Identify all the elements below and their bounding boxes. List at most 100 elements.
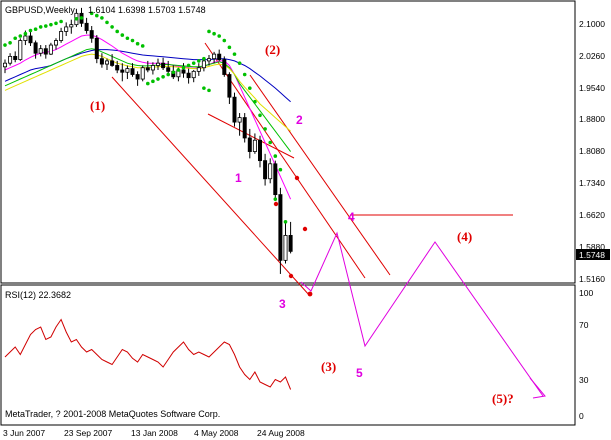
bear-candle-body (181, 69, 186, 74)
sar-dot (59, 19, 63, 24)
sar-dot (273, 197, 278, 201)
bear-candle-body (115, 65, 120, 71)
sar-dot (237, 61, 242, 65)
copyright-text: MetaTrader, ? 2001-2008 MetaQuotes Softw… (5, 409, 220, 419)
bear-candle-body (217, 53, 222, 60)
price-tick: 1.7340 (579, 178, 605, 188)
sar-dot (186, 63, 191, 68)
sar-dot (120, 33, 125, 37)
rsi-label: RSI(12) 22.3682 (5, 290, 71, 300)
bull-candle-body (212, 53, 217, 60)
red-marker (288, 273, 294, 279)
bear-candle-body (247, 137, 252, 152)
bear-candle-body (222, 59, 227, 75)
sar-dot (268, 140, 273, 145)
candle (222, 56, 227, 77)
bull-candle-body (23, 35, 28, 41)
red-marker (273, 201, 279, 207)
current-price-label: 1.5748 (579, 250, 605, 260)
sar-dot (151, 79, 155, 84)
sar-dot (273, 154, 278, 158)
candle (18, 38, 23, 61)
bull-candle-body (38, 48, 43, 54)
sar-dot (54, 21, 58, 26)
sar-dot (28, 28, 33, 33)
sar-dot (202, 86, 206, 90)
sar-dot (3, 43, 7, 47)
sar-dot (33, 27, 38, 31)
red-marker (294, 175, 300, 181)
sar-dot (23, 31, 28, 36)
bull-candle-body (48, 44, 53, 55)
wave-label-magenta-1: 1 (235, 171, 242, 185)
sar-dot (161, 74, 165, 79)
bear-candle-body (120, 69, 125, 73)
price-tick: 1.9540 (579, 83, 605, 93)
sar-dot (18, 34, 23, 38)
wave-label-red-1: (1) (90, 98, 105, 113)
wave-label-red-3: (3) (321, 359, 336, 374)
sar-dot (207, 88, 211, 93)
sar-dot (140, 44, 145, 48)
sar-dot (176, 68, 181, 72)
chart-ohlc: 1.6104 1.6398 1.5703 1.5748 (88, 5, 206, 15)
bull-candle-body (201, 60, 206, 69)
candle (273, 160, 278, 200)
bull-candle-body (59, 31, 64, 41)
rsi-tick: 70 (579, 320, 589, 330)
sar-dot (166, 72, 170, 77)
sar-dot (207, 29, 211, 34)
wave-label-red-4: (4) (457, 229, 472, 244)
time-label: 23 Sep 2007 (64, 428, 112, 438)
sar-dot (191, 61, 196, 65)
bull-candle-body (125, 68, 130, 73)
bull-candle-body (18, 40, 23, 60)
bear-candle-body (232, 96, 237, 123)
sar-dot (278, 167, 283, 172)
rsi-tick: 100 (579, 288, 593, 298)
bear-candle-body (227, 74, 232, 98)
bear-candle-body (257, 139, 262, 162)
sar-dot (248, 86, 252, 90)
red-marker (307, 291, 313, 297)
bull-candle-body (268, 163, 273, 180)
sar-dot (146, 81, 150, 86)
candle (140, 65, 145, 82)
sar-dot (227, 45, 232, 50)
sar-dot (13, 36, 17, 41)
bear-candle-body (145, 67, 150, 71)
chart-background (0, 0, 611, 440)
sar-dot (115, 29, 119, 34)
bear-candle-body (13, 55, 18, 60)
sar-dot (202, 56, 206, 61)
bear-candle-body (263, 160, 268, 180)
sar-dot (130, 38, 135, 43)
wave-label-red-5: (5)? (492, 391, 514, 406)
bull-candle-body (237, 117, 242, 123)
sar-dot (222, 38, 227, 43)
candle (94, 35, 99, 64)
rsi-tick: 30 (579, 375, 589, 385)
bull-candle-body (150, 65, 155, 71)
price-tick: 2.1000 (579, 19, 605, 29)
bull-candle-body (196, 67, 201, 72)
sar-dot (125, 36, 130, 41)
sar-dot (49, 22, 53, 27)
bull-candle-body (191, 70, 196, 79)
chart-canvas: (1) (2) (3) (4) (5)? 1 2 3 4 5 GBPUSD,We… (0, 0, 611, 440)
sar-dot (110, 25, 114, 29)
bear-candle-body (84, 22, 89, 31)
sar-dot (263, 127, 267, 131)
sar-dot (283, 220, 288, 224)
bull-candle-body (155, 62, 160, 66)
sar-dot (217, 34, 221, 38)
sar-dot (258, 113, 262, 118)
candle (232, 92, 237, 127)
sar-dot (212, 31, 216, 36)
sar-dot (197, 59, 201, 63)
price-tick: 2.0260 (579, 51, 605, 61)
bear-candle-body (273, 163, 278, 196)
bull-candle-body (69, 24, 74, 28)
bear-candle-body (186, 72, 191, 79)
sar-dot (38, 25, 43, 29)
